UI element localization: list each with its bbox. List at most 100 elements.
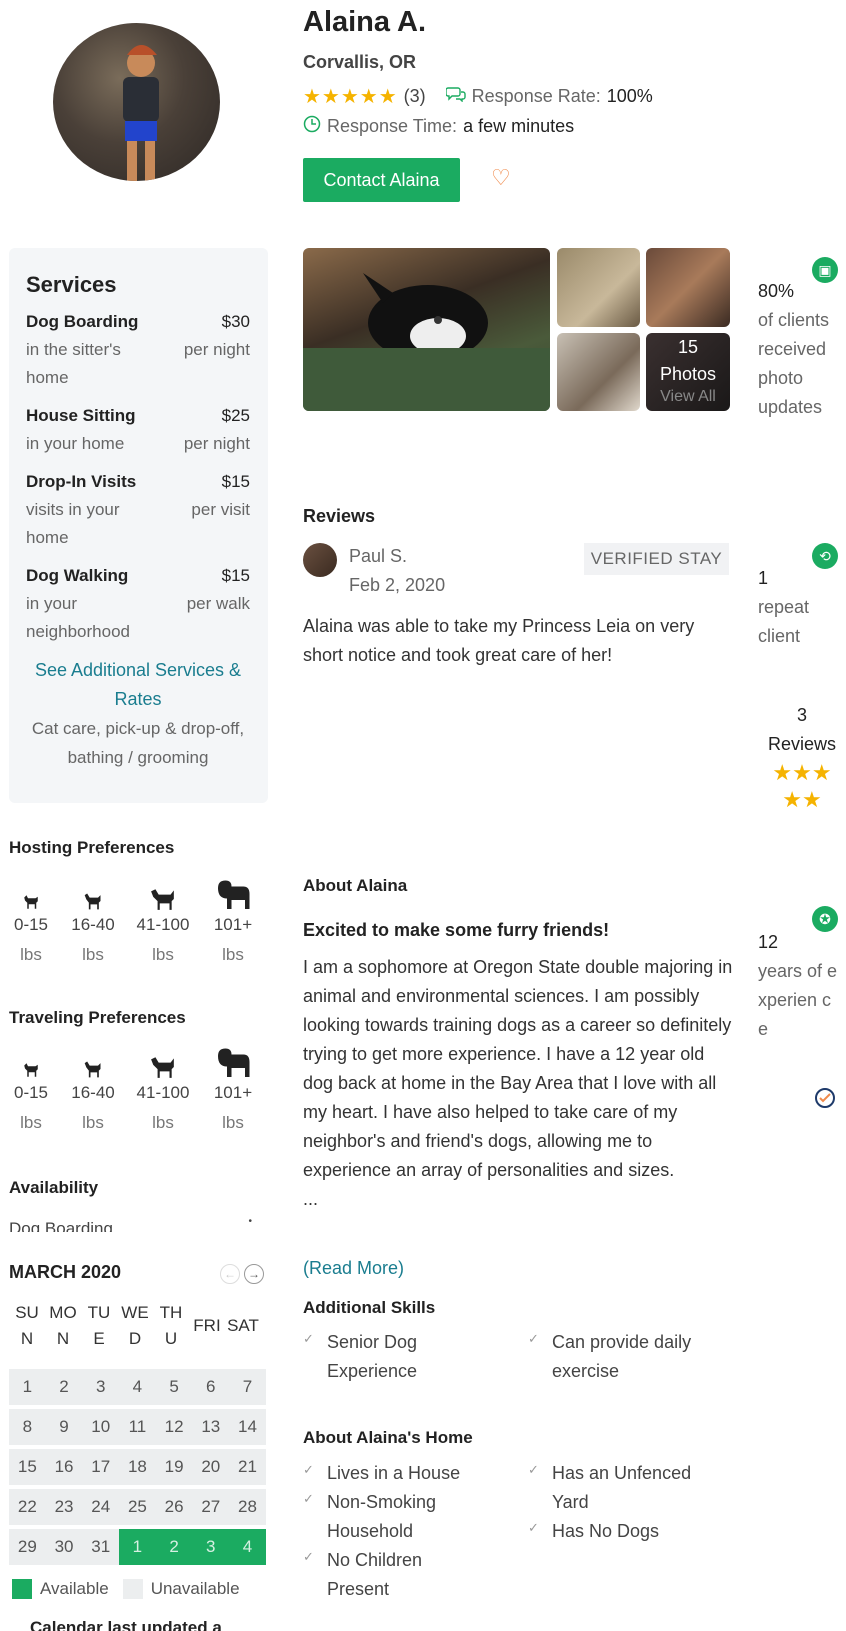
stat-text: of clients received photo updates bbox=[758, 310, 830, 417]
contact-button[interactable]: Contact Alaina bbox=[303, 158, 460, 202]
weekday-label: FRI bbox=[193, 1316, 221, 1335]
calendar-day[interactable]: 2 bbox=[45, 1369, 83, 1405]
calendar-day[interactable]: 13 bbox=[192, 1409, 230, 1445]
photo-thumb[interactable] bbox=[557, 333, 640, 411]
stat-value: 3 bbox=[796, 705, 807, 725]
review-count[interactable]: (3) bbox=[404, 86, 426, 107]
calendar-day[interactable]: 11 bbox=[119, 1409, 156, 1445]
size-unit: lbs bbox=[152, 1113, 174, 1132]
review-text: Alaina was able to take my Princess Leia… bbox=[303, 616, 695, 665]
prev-month-icon[interactable]: ← bbox=[220, 1264, 240, 1284]
hosting-sizes: 0-15 lbs 16-40 lbs 41-100 lbs 101+ lbs bbox=[0, 876, 264, 970]
size-range: 16-40 bbox=[71, 915, 115, 934]
photo-thumb[interactable] bbox=[646, 248, 730, 327]
weekday-label: SAT bbox=[227, 1316, 259, 1335]
service-select-value: Dog Boarding bbox=[9, 1219, 113, 1232]
calendar-day[interactable]: 9 bbox=[45, 1409, 83, 1445]
calendar-day[interactable]: 12 bbox=[155, 1409, 193, 1445]
calendar-day[interactable]: 26 bbox=[155, 1489, 193, 1525]
skill-label: Senior Dog Experience bbox=[327, 1332, 418, 1381]
calendar-day[interactable]: 3 bbox=[192, 1529, 230, 1565]
service-unit: per night bbox=[183, 340, 250, 359]
calendar-day[interactable]: 17 bbox=[82, 1449, 120, 1485]
calendar-week: 15 16 17 18 19 20 21 bbox=[9, 1449, 266, 1485]
sitter-location: Corvallis, OR bbox=[303, 52, 417, 72]
dog-small-icon bbox=[0, 876, 62, 910]
stat-text: repeat client bbox=[758, 597, 810, 646]
size-range: 101+ bbox=[213, 1083, 253, 1102]
experience-stat: 12 years of experien ce bbox=[758, 928, 846, 1044]
calendar-day[interactable]: 4 bbox=[119, 1369, 156, 1405]
calendar-day[interactable]: 30 bbox=[45, 1529, 83, 1565]
calendar-day[interactable]: 8 bbox=[9, 1409, 46, 1445]
about-body: I am a sophomore at Oregon State double … bbox=[303, 953, 735, 1214]
weekday-label: MO N bbox=[49, 1303, 77, 1348]
service-select[interactable]: Dog Boarding • bbox=[9, 1212, 266, 1232]
reviews-stat: 3 Reviews ★★★★★ bbox=[758, 701, 846, 813]
service-price: $30 bbox=[221, 312, 250, 331]
service-row: House Sitting in your home $25 per night bbox=[26, 402, 250, 458]
calendar-day[interactable]: 19 bbox=[155, 1449, 193, 1485]
calendar-day[interactable]: 6 bbox=[192, 1369, 230, 1405]
skills-title: Additional Skills bbox=[303, 1298, 436, 1317]
home-item: ✓ Has an Unfenced Yard bbox=[528, 1459, 753, 1517]
check-icon: ✓ bbox=[528, 1520, 539, 1535]
view-all-label: View All bbox=[660, 388, 716, 405]
skills-list: ✓ Senior Dog Experience ✓ Can provide dail… bbox=[303, 1328, 753, 1386]
next-month-icon[interactable]: → bbox=[244, 1264, 264, 1284]
photo-main[interactable] bbox=[303, 248, 550, 411]
home-label: Has No Dogs bbox=[552, 1521, 660, 1541]
calendar-legend: Available Unavailable bbox=[12, 1579, 240, 1599]
calendar-day[interactable]: 16 bbox=[45, 1449, 83, 1485]
calendar-day[interactable]: 10 bbox=[82, 1409, 120, 1445]
dog-small-icon bbox=[0, 1044, 62, 1078]
size-unit: lbs bbox=[20, 945, 42, 964]
calendar-day[interactable]: 4 bbox=[229, 1529, 266, 1565]
reviewer-name[interactable]: Paul S. bbox=[349, 546, 407, 567]
availability-title: Availability bbox=[9, 1178, 99, 1197]
calendar-day[interactable]: 5 bbox=[155, 1369, 193, 1405]
size-unit: lbs bbox=[222, 945, 244, 964]
calendar-day[interactable]: 22 bbox=[9, 1489, 46, 1525]
unavailable-swatch bbox=[122, 1579, 143, 1599]
calendar-day[interactable]: 31 bbox=[82, 1529, 120, 1565]
calendar-day[interactable]: 20 bbox=[192, 1449, 230, 1485]
chat-bubbles-icon bbox=[444, 86, 466, 107]
calendar-day[interactable]: 1 bbox=[119, 1529, 156, 1565]
calendar-day[interactable]: 24 bbox=[82, 1489, 120, 1525]
view-all-photos-button[interactable]: 15 Photos View All bbox=[646, 333, 730, 411]
calendar-day[interactable]: 3 bbox=[82, 1369, 120, 1405]
calendar-day[interactable]: 1 bbox=[9, 1369, 46, 1405]
calendar-updated: Calendar last updated a bbox=[30, 1618, 222, 1631]
service-row: Dog Walking in your neighborhood $15 per w… bbox=[26, 562, 250, 646]
calendar-day[interactable]: 14 bbox=[229, 1409, 266, 1445]
service-price: $25 bbox=[221, 406, 250, 425]
dog-giant-icon bbox=[202, 876, 264, 910]
size-range: 16-40 bbox=[71, 1083, 115, 1102]
calendar-day[interactable]: 25 bbox=[119, 1489, 156, 1525]
calendar-day[interactable]: 15 bbox=[9, 1449, 46, 1485]
read-more-link[interactable]: (Read More) bbox=[303, 1258, 404, 1279]
response-rate-value: 100% bbox=[606, 86, 653, 106]
calendar-day[interactable]: 29 bbox=[9, 1529, 46, 1565]
service-unit: per night bbox=[183, 434, 250, 453]
home-label: Lives in a House bbox=[327, 1463, 461, 1483]
skill-item: ✓ Can provide daily exercise bbox=[528, 1328, 753, 1386]
calendar-day[interactable]: 18 bbox=[119, 1449, 156, 1485]
see-additional-services-link[interactable]: See Additional Services & Rates bbox=[26, 656, 250, 714]
stat-text: years of experien ce bbox=[758, 961, 838, 1039]
size-unit: lbs bbox=[222, 1113, 244, 1132]
calendar-day[interactable]: 27 bbox=[192, 1489, 230, 1525]
check-icon: ✓ bbox=[303, 1491, 314, 1506]
calendar-nav: ← → bbox=[220, 1264, 264, 1284]
calendar-day[interactable]: 23 bbox=[45, 1489, 83, 1525]
photo-thumb[interactable] bbox=[557, 248, 640, 327]
calendar-day[interactable]: 7 bbox=[229, 1369, 266, 1405]
size-range: 0-15 bbox=[13, 915, 49, 934]
favorite-heart-icon[interactable]: ♡ bbox=[491, 165, 511, 191]
calendar-day[interactable]: 2 bbox=[155, 1529, 193, 1565]
calendar-day[interactable]: 28 bbox=[229, 1489, 266, 1525]
calendar-day[interactable]: 21 bbox=[229, 1449, 266, 1485]
size-unit: lbs bbox=[20, 1113, 42, 1132]
calendar-grid: 1 2 3 4 5 6 7 8 9 10 11 12 13 14 15 16 17 18 19 20 21 22 23 24 2… bbox=[9, 1369, 266, 1569]
